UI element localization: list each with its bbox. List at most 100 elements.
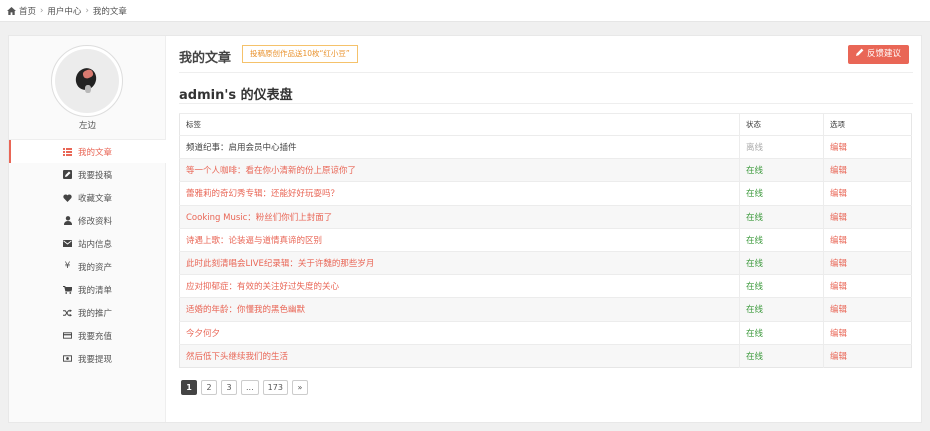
sidebar-item-list[interactable]: 我的清单 xyxy=(9,278,166,301)
feedback-label: 反馈建议 xyxy=(867,49,902,59)
edit-link[interactable]: 编辑 xyxy=(830,329,847,339)
sidebar-item-my-articles[interactable]: 我的文章 xyxy=(9,140,166,163)
status-label: 在线 xyxy=(746,166,764,177)
column-header-status: 状态 xyxy=(739,113,824,136)
breadcrumb-current: 我的文章 xyxy=(92,7,127,17)
sidebar-item-edit-profile[interactable]: 修改资料 xyxy=(9,209,166,232)
table-header-row: 标签 状态 选项 xyxy=(179,113,912,136)
sidebar-item-label: 站内信息 xyxy=(78,239,113,250)
sidebar-menu: 我的文章 我要投稿 收藏文章 修改资料 站内信息 ¥ 我的资产 我的清单 我的推… xyxy=(9,139,166,370)
edit-link[interactable]: 编辑 xyxy=(830,213,847,223)
table-row: Cooking Music：粉丝们你们上封面了 在线 编辑 xyxy=(179,204,912,229)
content-panel: 左边 我的文章 我要投稿 收藏文章 修改资料 站内信息 ¥ 我的资产 我的清单 … xyxy=(8,35,922,423)
table-row: 诗遇上歌：论装逼与道情真谛的区别 在线 编辑 xyxy=(179,227,912,252)
article-title-link[interactable]: 频道纪事：启用会员中心插件 xyxy=(186,143,297,153)
money-icon xyxy=(63,354,72,363)
sidebar-item-submit[interactable]: 我要投稿 xyxy=(9,163,166,186)
sidebar-item-label: 收藏文章 xyxy=(78,193,113,204)
status-label: 在线 xyxy=(746,282,764,293)
avatar-image xyxy=(55,49,119,113)
table-row: 适婚的年龄：你懂我的黑色幽默 在线 编辑 xyxy=(179,297,912,321)
edit-icon xyxy=(63,170,72,179)
sidebar-item-recharge[interactable]: 我要充值 xyxy=(9,324,166,347)
pagination: 1 2 3... 173» xyxy=(181,380,308,395)
feedback-button[interactable]: 反馈建议 xyxy=(848,45,910,64)
breadcrumb-separator: › xyxy=(85,6,89,16)
sidebar-item-label: 我要提现 xyxy=(78,354,113,365)
page-button[interactable]: 3 xyxy=(221,380,237,395)
edit-link[interactable]: 编辑 xyxy=(830,352,847,362)
breadcrumb: 首页 › 用户中心 › 我的文章 xyxy=(7,5,127,17)
column-header-options: 选项 xyxy=(823,113,912,136)
sidebar-item-label: 我的文章 xyxy=(78,147,113,158)
heart-icon xyxy=(63,193,72,202)
cart-icon xyxy=(63,285,72,294)
table-row: 此时此刻清唱会LIVE纪录辑：关于许魏的那些岁月 在线 编辑 xyxy=(179,250,912,275)
sidebar-item-label: 我的资产 xyxy=(78,262,113,273)
pencil-icon xyxy=(856,45,864,64)
sidebar-item-label: 我的清单 xyxy=(78,285,113,296)
list-icon xyxy=(63,147,72,156)
page-button[interactable]: 173 xyxy=(262,380,288,395)
edit-link[interactable]: 编辑 xyxy=(830,189,847,199)
breadcrumb-home[interactable]: 首页 xyxy=(19,5,36,17)
sidebar-item-label: 我要充值 xyxy=(78,331,113,342)
article-title-link[interactable]: 蕾雅莉的奇幻秀专辑：还能好好玩耍吗？ xyxy=(186,189,339,199)
sidebar-item-withdraw[interactable]: 我要提现 xyxy=(9,347,166,370)
breadcrumb-separator: › xyxy=(40,6,44,16)
sidebar: 左边 我的文章 我要投稿 收藏文章 修改资料 站内信息 ¥ 我的资产 我的清单 … xyxy=(9,36,166,422)
status-label: 在线 xyxy=(746,328,764,339)
sidebar-item-assets[interactable]: ¥ 我的资产 xyxy=(9,255,166,278)
article-title-link[interactable]: 诗遇上歌：论装逼与道情真谛的区别 xyxy=(186,236,322,246)
next-page-button[interactable]: » xyxy=(291,380,308,395)
status-label: 在线 xyxy=(746,189,764,200)
breadcrumb-user-center[interactable]: 用户中心 xyxy=(47,5,81,17)
username: 左边 xyxy=(78,121,96,131)
table-row: 频道纪事：启用会员中心插件 离线 编辑 xyxy=(179,134,912,159)
home-icon xyxy=(7,7,16,15)
table-row: 然后低下头继续我们的生活 在线 编辑 xyxy=(179,343,912,368)
avatar[interactable] xyxy=(51,45,123,117)
table-row: 应对抑郁症：有效的关注好过失度的关心 在线 编辑 xyxy=(179,274,912,298)
table-row: 蕾雅莉的奇幻秀专辑：还能好好玩耍吗？ 在线 编辑 xyxy=(179,181,912,206)
page-button[interactable]: ... xyxy=(241,380,259,395)
edit-link[interactable]: 编辑 xyxy=(830,282,847,292)
edit-link[interactable]: 编辑 xyxy=(830,236,847,246)
page-button[interactable]: 1 xyxy=(181,380,197,395)
page-header: 我的文章 投稿原创作品送10枚“红小豆” 反馈建议 xyxy=(179,43,913,73)
table-row: 等一个人咖啡：看在你小清新的份上原谅你了 在线 编辑 xyxy=(179,158,912,182)
article-title-link[interactable]: 然后低下头继续我们的生活 xyxy=(186,352,288,362)
page-button[interactable]: 2 xyxy=(201,380,217,395)
promo-badge[interactable]: 投稿原创作品送10枚“红小豆” xyxy=(242,45,358,63)
yen-icon: ¥ xyxy=(64,261,71,271)
edit-link[interactable]: 编辑 xyxy=(830,305,847,315)
article-title-link[interactable]: Cooking Music：粉丝们你们上封面了 xyxy=(186,213,332,223)
articles-table: 标签 状态 选项 频道纪事：启用会员中心插件 离线 编辑 等一个人咖啡：看在你小清新的… xyxy=(179,113,912,368)
user-icon xyxy=(63,216,72,225)
edit-link[interactable]: 编辑 xyxy=(830,166,847,176)
column-header-tag: 标签 xyxy=(179,113,740,136)
dashboard-title: admin's 的仪表盘 xyxy=(179,84,913,104)
sidebar-item-label: 我的推广 xyxy=(78,308,113,319)
status-label: 在线 xyxy=(746,351,764,362)
shuffle-icon xyxy=(63,308,72,317)
edit-link[interactable]: 编辑 xyxy=(830,259,847,269)
table-row: 今夕何夕 在线 编辑 xyxy=(179,320,912,345)
edit-link[interactable]: 编辑 xyxy=(830,143,847,153)
page-title: 我的文章 xyxy=(179,51,232,66)
article-title-link[interactable]: 等一个人咖啡：看在你小清新的份上原谅你了 xyxy=(186,166,356,176)
sidebar-item-promotion[interactable]: 我的推广 xyxy=(9,301,166,324)
status-label: 在线 xyxy=(746,259,764,270)
status-label: 在线 xyxy=(746,235,764,246)
article-title-link[interactable]: 适婚的年龄：你懂我的黑色幽默 xyxy=(186,305,305,315)
article-title-link[interactable]: 此时此刻清唱会LIVE纪录辑：关于许魏的那些岁月 xyxy=(186,259,374,269)
sidebar-item-messages[interactable]: 站内信息 xyxy=(9,232,166,255)
status-label: 离线 xyxy=(746,143,764,154)
article-title-link[interactable]: 应对抑郁症：有效的关注好过失度的关心 xyxy=(186,282,339,292)
sidebar-item-favorites[interactable]: 收藏文章 xyxy=(9,186,166,209)
credit-card-icon xyxy=(63,331,72,340)
sidebar-item-label: 修改资料 xyxy=(78,216,113,227)
top-bar: 首页 › 用户中心 › 我的文章 xyxy=(0,0,930,22)
sidebar-item-label: 我要投稿 xyxy=(78,170,113,181)
article-title-link[interactable]: 今夕何夕 xyxy=(186,329,220,339)
